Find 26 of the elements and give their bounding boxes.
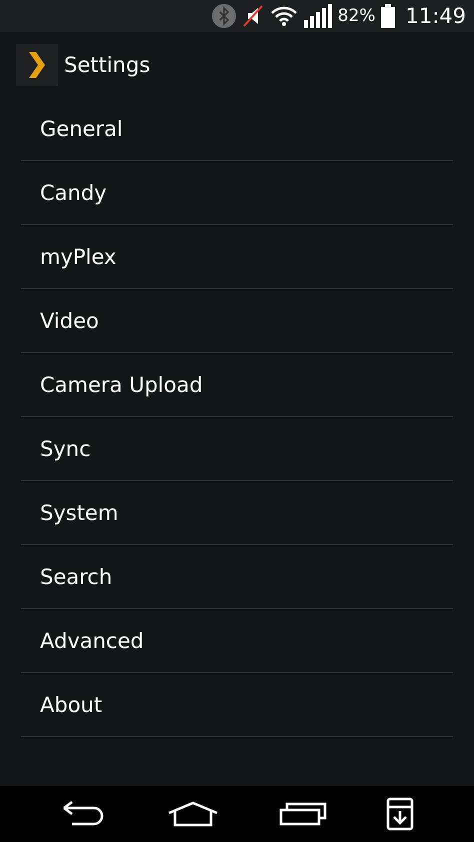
recent-apps-icon [278, 802, 327, 826]
settings-item[interactable]: Search [21, 545, 453, 609]
settings-item[interactable]: General [21, 97, 453, 161]
clock: 11:49 [405, 4, 466, 28]
home-button[interactable] [167, 801, 220, 827]
settings-item[interactable]: Video [21, 289, 453, 353]
settings-item[interactable]: System [21, 481, 453, 545]
app-logo[interactable] [16, 44, 58, 86]
battery-icon [381, 4, 396, 28]
settings-item[interactable]: Advanced [21, 609, 453, 673]
bluetooth-icon [212, 4, 236, 28]
settings-item[interactable]: Camera Upload [21, 353, 453, 417]
download-button[interactable] [386, 797, 414, 831]
muted-speaker-icon [242, 5, 264, 27]
wifi-icon [270, 5, 298, 27]
settings-item[interactable]: About [21, 673, 453, 737]
chevron-icon [29, 52, 45, 78]
signal-icon [304, 4, 332, 28]
home-icon [167, 801, 220, 827]
recent-apps-button[interactable] [278, 802, 327, 826]
download-icon [386, 797, 414, 831]
screen-title: Settings [64, 52, 150, 76]
settings-item[interactable]: Candy [21, 161, 453, 225]
settings-item[interactable]: Sync [21, 417, 453, 481]
battery-percent: 82% [338, 6, 376, 26]
settings-item[interactable]: myPlex [21, 225, 453, 289]
